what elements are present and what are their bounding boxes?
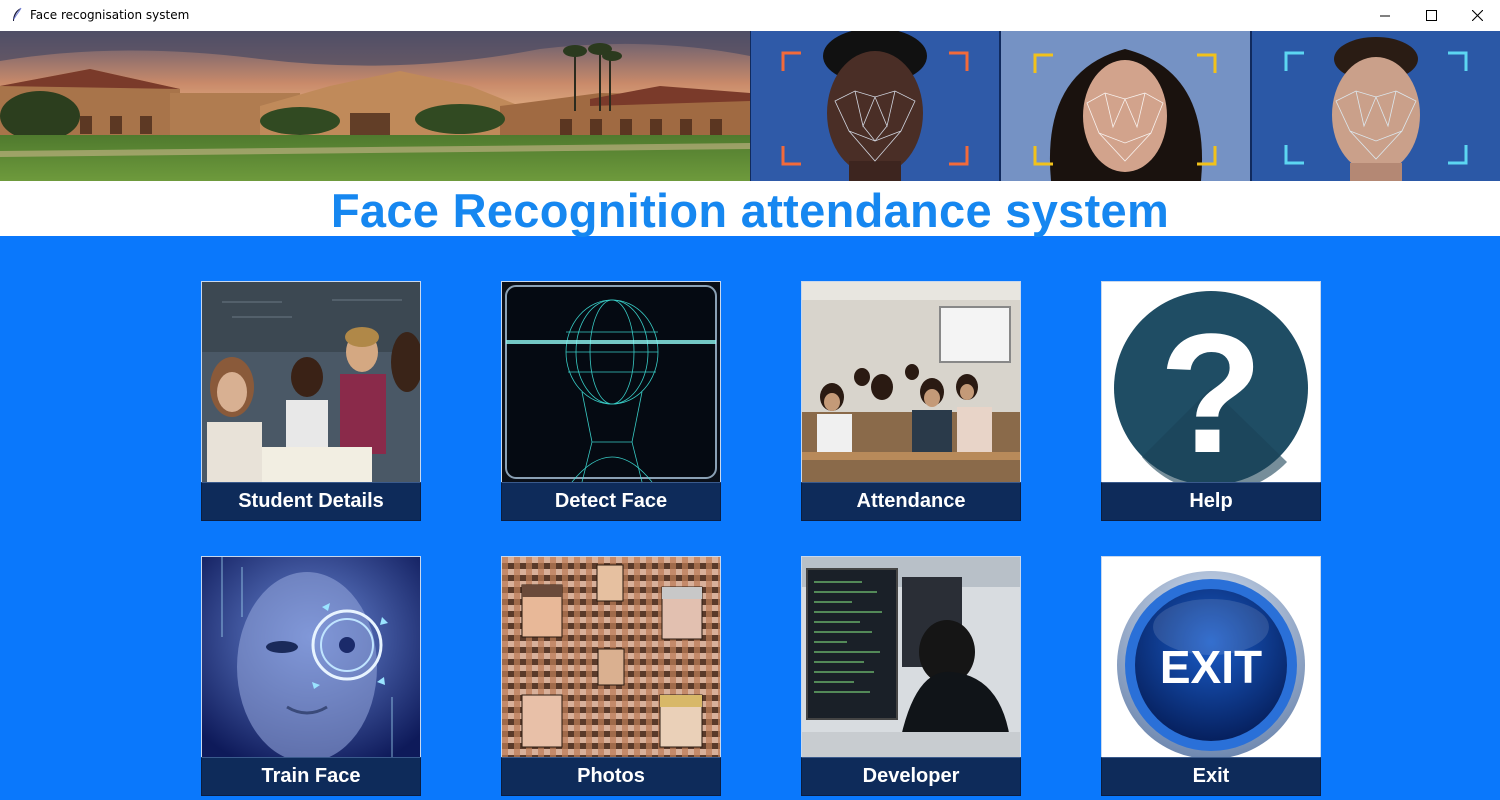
- window-title: Face recognisation system: [30, 8, 190, 22]
- help-icon[interactable]: ?: [1101, 281, 1321, 483]
- detect-face-tile[interactable]: Detect Face: [501, 281, 721, 521]
- exit-button[interactable]: Exit: [1101, 757, 1321, 796]
- train-face-button[interactable]: Train Face: [201, 757, 421, 796]
- photos-image[interactable]: [501, 556, 721, 758]
- photos-tile[interactable]: Photos: [501, 556, 721, 796]
- photos-button[interactable]: Photos: [501, 757, 721, 796]
- minimize-icon: [1380, 15, 1390, 16]
- heading-strip: Face Recognition attendance system: [0, 181, 1500, 237]
- face-scan-image-2: [1001, 31, 1250, 181]
- campus-banner-image: [0, 31, 750, 181]
- help-tile[interactable]: ? Help: [1101, 281, 1321, 521]
- face-scan-image-1: [751, 31, 999, 181]
- student-details-button[interactable]: Student Details: [201, 482, 421, 521]
- minimize-button[interactable]: [1362, 0, 1408, 31]
- detect-face-button[interactable]: Detect Face: [501, 482, 721, 521]
- maximize-icon: [1425, 10, 1437, 21]
- developer-image[interactable]: [801, 556, 1021, 758]
- exit-tile[interactable]: EXIT Exit: [1101, 556, 1321, 796]
- student-details-tile[interactable]: Student Details: [201, 281, 421, 521]
- attendance-image[interactable]: [801, 281, 1021, 483]
- maximize-button[interactable]: [1408, 0, 1454, 31]
- train-face-image[interactable]: [201, 556, 421, 758]
- close-button[interactable]: [1454, 0, 1500, 31]
- exit-icon-text: EXIT: [1160, 641, 1262, 693]
- developer-button[interactable]: Developer: [801, 757, 1021, 796]
- face-scan-image-3: [1252, 31, 1500, 181]
- detect-face-image[interactable]: [501, 281, 721, 483]
- attendance-button[interactable]: Attendance: [801, 482, 1021, 521]
- help-question-mark: ?: [1159, 299, 1263, 482]
- student-details-image[interactable]: [201, 281, 421, 483]
- feather-app-icon: [13, 7, 22, 21]
- exit-icon[interactable]: EXIT: [1101, 556, 1321, 758]
- page-title: Face Recognition attendance system: [330, 184, 1170, 237]
- developer-tile[interactable]: Developer: [801, 556, 1021, 796]
- window-title-bar: Face recognisation system: [0, 0, 1500, 32]
- train-face-tile[interactable]: Train Face: [201, 556, 421, 796]
- attendance-tile[interactable]: Attendance: [801, 281, 1021, 521]
- help-button[interactable]: Help: [1101, 482, 1321, 521]
- header-banner: [0, 31, 1500, 181]
- close-icon: [1471, 10, 1483, 21]
